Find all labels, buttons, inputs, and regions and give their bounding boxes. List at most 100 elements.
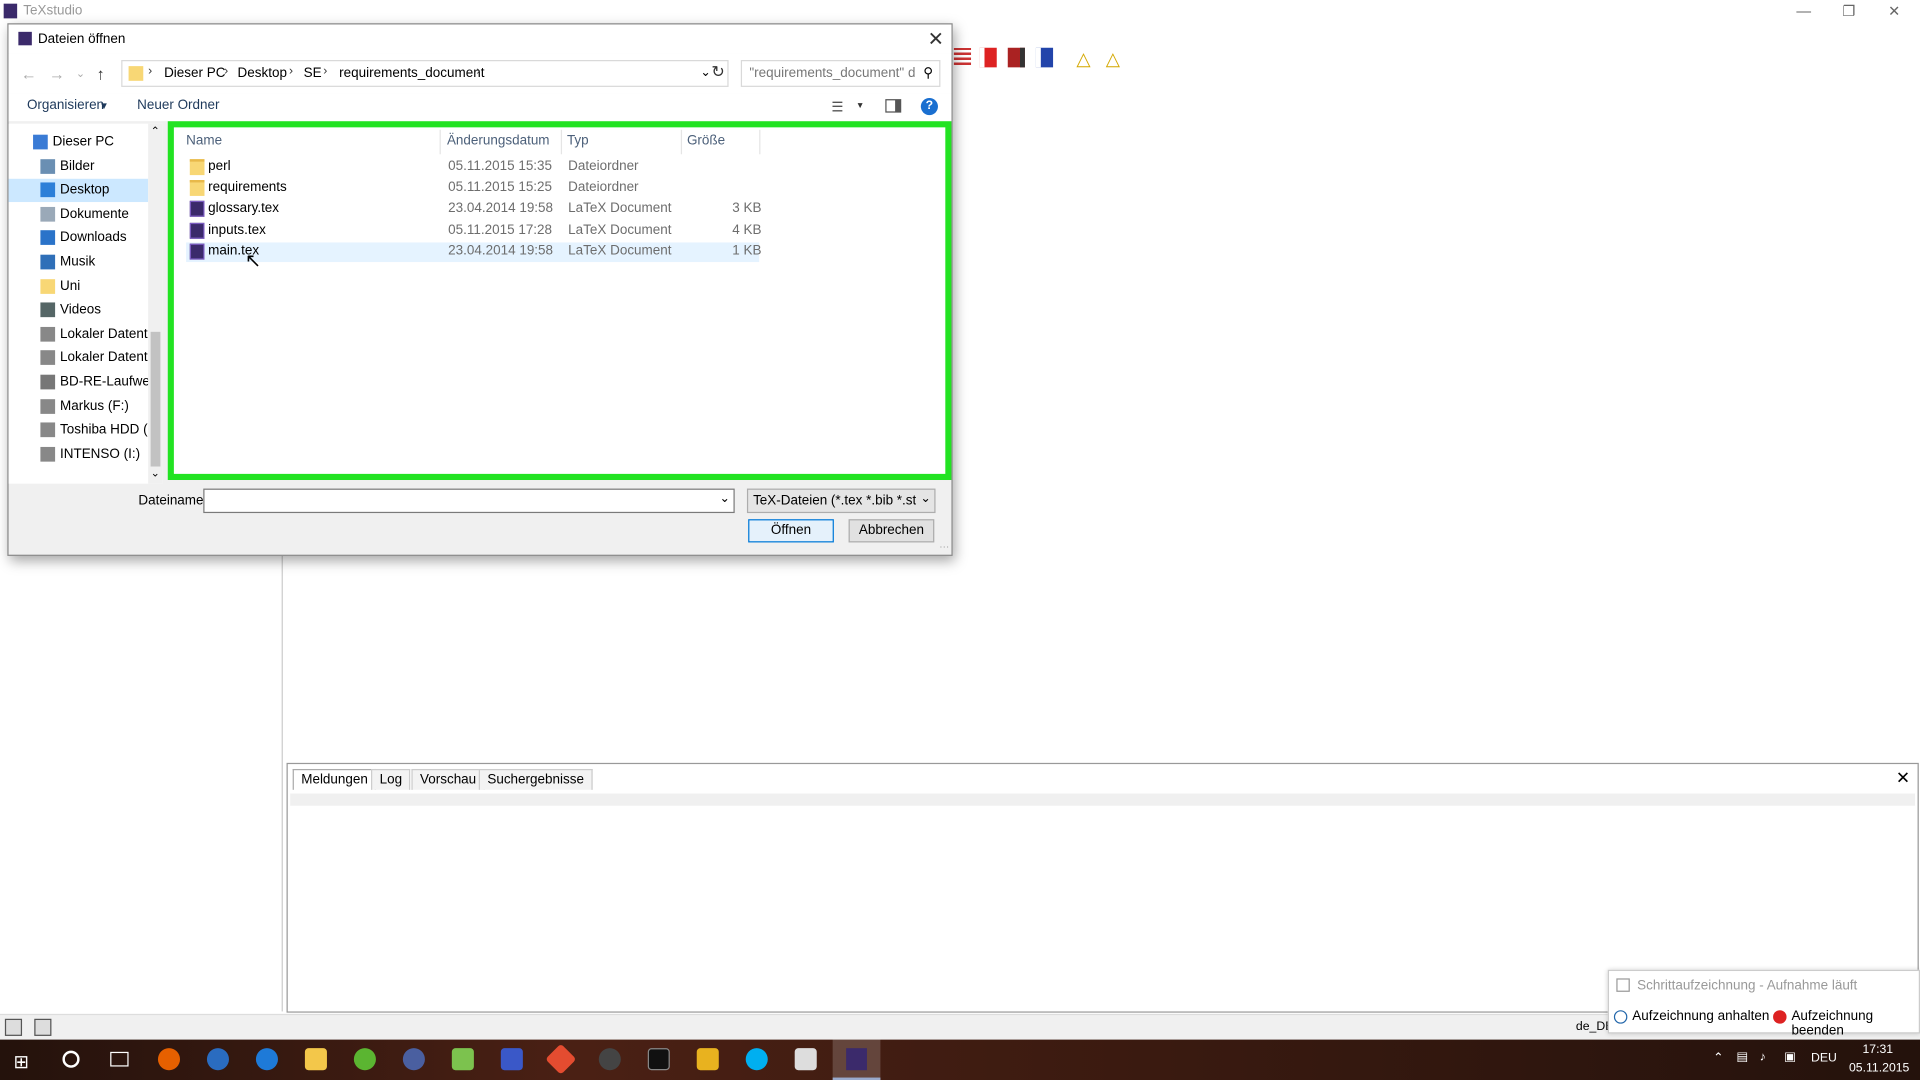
address-bar[interactable]: › Dieser PC › Desktop › SE › requirement… [121, 60, 729, 87]
view-options-icon[interactable]: ☰ [831, 99, 843, 115]
nav-item[interactable]: BD-RE-Laufwerk [9, 371, 148, 394]
clock-time[interactable]: 17:31 [1862, 1043, 1893, 1056]
sync-icon[interactable] [598, 1048, 621, 1071]
messages-toggle-icon[interactable] [34, 1018, 52, 1036]
texstudio-taskbar-icon[interactable] [832, 1039, 881, 1080]
sidepanel-toggle-icon[interactable] [4, 1018, 23, 1036]
filename-input[interactable]: ⌄ [203, 488, 735, 514]
tab-suchergebnisse[interactable]: Suchergebnisse [478, 768, 593, 790]
tray-chevron-icon[interactable]: ⌃ [1713, 1052, 1723, 1065]
file-row[interactable]: requirements 05.11.2015 15:25 Dateiordner [186, 179, 759, 199]
nav-item[interactable]: Musik [9, 251, 149, 274]
network-icon[interactable]: ▤ [1736, 1051, 1748, 1064]
nav-scrollbar[interactable]: ⌃ ⌄ [148, 123, 163, 484]
nav-item[interactable]: Lokaler Datenträ [9, 323, 148, 346]
column-date-header[interactable]: Änderungsdatum [447, 133, 550, 148]
tab-meldungen[interactable]: Meldungen [292, 768, 377, 790]
help-icon[interactable]: ? [920, 97, 938, 116]
column-swap-icon[interactable] [1035, 47, 1054, 68]
breadcrumb-se[interactable]: SE [304, 66, 322, 81]
explorer-icon[interactable] [304, 1048, 327, 1071]
structure-pane[interactable] [26, 555, 283, 1012]
nav-item[interactable]: Videos [9, 299, 149, 322]
view-dropdown-icon[interactable]: ▼ [856, 102, 864, 111]
search-icon[interactable]: ⚲ [923, 65, 933, 81]
column-type-header[interactable]: Typ [567, 133, 589, 148]
skype-icon[interactable] [745, 1048, 768, 1071]
task-view-icon[interactable] [110, 1051, 129, 1067]
search-input[interactable]: "requirements_document" du... ⚲ [740, 60, 941, 87]
nav-scroll-thumb[interactable] [150, 331, 161, 467]
nav-item[interactable]: Dieser PC [9, 131, 149, 154]
scroll-up-icon[interactable]: ⌃ [151, 125, 160, 138]
firefox-icon[interactable] [157, 1048, 181, 1071]
git-icon[interactable] [545, 1043, 577, 1075]
column-divider[interactable] [680, 129, 683, 155]
column-red-icon[interactable] [979, 47, 997, 68]
volume-icon[interactable]: ♪ [1760, 1051, 1766, 1064]
restore-icon[interactable]: ❐ [1831, 2, 1868, 19]
tab-log[interactable]: Log [371, 768, 411, 790]
app-doc-icon[interactable] [500, 1048, 523, 1071]
terminal-icon[interactable] [647, 1048, 670, 1071]
warning-next-icon[interactable]: △ [1106, 48, 1120, 70]
nav-item[interactable]: Toshiba HDD (G: [9, 419, 148, 442]
column-divider[interactable] [439, 129, 441, 155]
edge-icon[interactable] [255, 1048, 278, 1071]
tab-vorschau[interactable]: Vorschau [411, 768, 485, 790]
open-button[interactable]: Öffnen [748, 519, 834, 543]
organize-dropdown-icon[interactable]: ▼ [99, 100, 109, 111]
back-arrow-icon[interactable]: ← [21, 65, 37, 83]
nav-item[interactable]: Dokumente [9, 203, 149, 226]
nav-item[interactable]: INTENSO (I:) [9, 443, 149, 466]
up-arrow-icon[interactable]: ↑ [97, 65, 105, 83]
breadcrumb-dieser-pc[interactable]: Dieser PC [164, 66, 225, 81]
nav-item[interactable]: Bilder [9, 155, 149, 178]
nav-item[interactable]: Downloads [9, 227, 149, 250]
file-row[interactable]: main.tex 23.04.2014 19:58 LaTeX Document 1 … [186, 242, 761, 262]
warning-icon[interactable]: △ [1076, 48, 1090, 70]
recent-chevron-icon[interactable]: ⌄ [76, 67, 85, 80]
breadcrumb-desktop[interactable]: Desktop [238, 66, 287, 81]
cortana-search-icon[interactable] [62, 1050, 80, 1068]
nav-item[interactable]: Uni [9, 275, 149, 298]
file-row[interactable]: perl 05.11.2015 15:35 Dateiordner [186, 158, 759, 178]
scroll-down-icon[interactable]: ⌄ [151, 467, 160, 480]
thunderbird-icon[interactable] [206, 1048, 229, 1071]
input-language[interactable]: DEU [1811, 1052, 1837, 1065]
app-yellow-icon[interactable] [696, 1048, 719, 1071]
windows-start-icon[interactable]: ⊞ [13, 1051, 28, 1073]
file-row[interactable]: glossary.tex 23.04.2014 19:58 LaTeX Docume… [186, 200, 761, 220]
preview-pane-icon[interactable] [885, 99, 902, 113]
clock-date[interactable]: 05.11.2015 [1849, 1062, 1909, 1075]
column-name-header[interactable]: Name [186, 133, 222, 148]
cancel-button[interactable]: Abbrechen [848, 519, 935, 543]
table-icon[interactable] [953, 47, 972, 68]
column-divider[interactable] [759, 129, 761, 155]
filename-dropdown-icon[interactable]: ⌄ [720, 492, 730, 505]
notification-icon[interactable]: ▣ [1784, 1051, 1796, 1064]
utorrent-icon[interactable] [353, 1048, 376, 1071]
refresh-icon[interactable]: ↻ [711, 62, 724, 82]
stop-recording-button[interactable]: Aufzeichnung beenden [1791, 1009, 1918, 1038]
pause-recording-button[interactable]: Aufzeichnung anhalten [1632, 1009, 1769, 1024]
file-row[interactable]: inputs.tex 05.11.2015 17:28 LaTeX Document… [186, 221, 761, 241]
forward-arrow-icon[interactable]: → [49, 65, 65, 83]
dialog-close-icon[interactable]: ✕ [928, 27, 944, 51]
app-blue-icon[interactable] [402, 1048, 425, 1071]
minimize-icon[interactable]: — [1785, 2, 1822, 19]
resize-grip-icon[interactable]: ⋯ [939, 541, 949, 552]
recorder-taskbar-icon[interactable] [794, 1048, 817, 1071]
file-type-filter[interactable]: TeX-Dateien (*.tex *.bib *.sty *.c ⌄ [746, 488, 936, 514]
column-delete-icon[interactable] [1007, 47, 1025, 68]
nav-item[interactable]: Markus (F:) [9, 395, 149, 418]
column-size-header[interactable]: Größe [687, 133, 725, 148]
address-dropdown-icon[interactable]: ⌄ [700, 66, 710, 79]
column-divider[interactable] [560, 129, 563, 155]
filter-dropdown-icon[interactable]: ⌄ [920, 492, 930, 505]
nav-item[interactable]: Lokaler Datenträ [9, 347, 148, 370]
new-folder-button[interactable]: Neuer Ordner [137, 98, 219, 113]
nav-item[interactable]: Desktop [8, 179, 149, 203]
notepad-icon[interactable] [451, 1048, 474, 1071]
organize-button[interactable]: Organisieren [27, 98, 104, 113]
